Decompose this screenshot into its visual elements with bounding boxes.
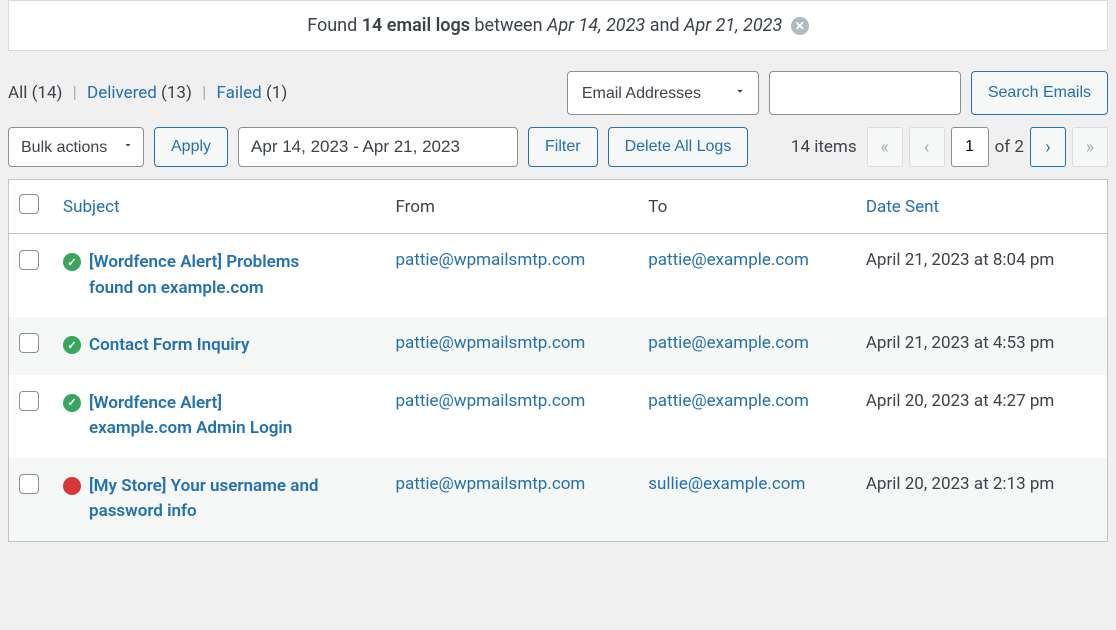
pagination: « ‹ of 2 › »: [867, 127, 1108, 167]
apply-button[interactable]: Apply: [154, 127, 228, 167]
notice-count: 14 email logs: [362, 15, 470, 36]
page-of-label: of 2: [995, 137, 1024, 157]
table-row: ✓ [Wordfence Alert] example.com Admin Log…: [9, 375, 1107, 458]
notice-between: between: [470, 15, 547, 36]
date-sent-cell: April 20, 2023 at 4:27 pm: [856, 375, 1107, 458]
date-range-input[interactable]: [238, 127, 518, 167]
notice-from-date: Apr 14, 2023: [547, 15, 645, 36]
tab-failed[interactable]: Failed: [217, 83, 262, 103]
check-circle-icon: ✓: [63, 253, 81, 271]
check-circle-icon: ✓: [63, 394, 81, 412]
row-checkbox[interactable]: [19, 250, 39, 270]
from-email[interactable]: pattie@wpmailsmtp.com: [395, 474, 585, 494]
col-subject[interactable]: Subject: [53, 180, 385, 234]
table-row: ✓ Contact Form Inquiry pattie@wpmailsmtp.c…: [9, 317, 1107, 375]
date-sent-cell: April 20, 2023 at 2:13 pm: [856, 458, 1107, 541]
next-page-button[interactable]: ›: [1030, 127, 1066, 167]
to-email[interactable]: pattie@example.com: [648, 391, 809, 411]
col-to: To: [638, 180, 856, 234]
tab-all-count: (14): [32, 83, 63, 103]
prev-page-button[interactable]: ‹: [909, 127, 945, 167]
tab-delivered-count: (13): [161, 83, 192, 103]
current-page-input[interactable]: [951, 127, 989, 167]
search-emails-button[interactable]: Search Emails: [971, 71, 1108, 115]
search-input[interactable]: [769, 71, 961, 115]
row-checkbox[interactable]: [19, 333, 39, 353]
last-page-button[interactable]: »: [1072, 127, 1108, 167]
items-count: 14 items: [791, 137, 857, 157]
tab-failed-count: (1): [266, 83, 287, 103]
filter-button[interactable]: Filter: [528, 127, 598, 167]
row-checkbox[interactable]: [19, 474, 39, 494]
col-date-sent[interactable]: Date Sent: [856, 180, 1107, 234]
email-log-table: Subject From To Date Sent ✓ [Wordfence Al…: [8, 179, 1108, 542]
date-sent-cell: April 21, 2023 at 4:53 pm: [856, 317, 1107, 375]
notice-to-date: Apr 21, 2023: [684, 15, 782, 36]
row-checkbox[interactable]: [19, 391, 39, 411]
tab-all[interactable]: All: [8, 83, 27, 103]
to-email[interactable]: pattie@example.com: [648, 333, 809, 353]
table-row: ✓ [Wordfence Alert] Problems found on exa…: [9, 234, 1107, 317]
subject-link[interactable]: Contact Form Inquiry: [89, 333, 249, 359]
tab-delivered[interactable]: Delivered: [87, 83, 157, 103]
table-row: [My Store] Your username and password in…: [9, 458, 1107, 541]
notice-prefix: Found: [307, 15, 362, 36]
check-circle-icon: ✓: [63, 336, 81, 354]
from-email[interactable]: pattie@wpmailsmtp.com: [395, 333, 585, 353]
notice-and: and: [645, 15, 684, 36]
from-email[interactable]: pattie@wpmailsmtp.com: [395, 250, 585, 270]
subject-link[interactable]: [Wordfence Alert] Problems found on exam…: [89, 250, 319, 301]
subject-link[interactable]: [Wordfence Alert] example.com Admin Logi…: [89, 391, 319, 442]
to-email[interactable]: sullie@example.com: [648, 474, 805, 494]
error-circle-icon: [63, 477, 81, 495]
date-sent-cell: April 21, 2023 at 8:04 pm: [856, 234, 1107, 317]
filter-notice: Found 14 email logs between Apr 14, 2023…: [8, 0, 1108, 51]
delete-all-logs-button[interactable]: Delete All Logs: [608, 127, 749, 167]
select-all-checkbox[interactable]: [19, 194, 39, 214]
search-type-select[interactable]: Email Addresses: [567, 71, 759, 115]
bulk-actions-select[interactable]: Bulk actions: [8, 127, 144, 167]
status-tabs: All (14) | Delivered (13) | Failed (1): [8, 83, 287, 103]
subject-link[interactable]: [My Store] Your username and password in…: [89, 474, 319, 525]
to-email[interactable]: pattie@example.com: [648, 250, 809, 270]
first-page-button[interactable]: «: [867, 127, 903, 167]
from-email[interactable]: pattie@wpmailsmtp.com: [395, 391, 585, 411]
close-icon[interactable]: ✕: [791, 17, 809, 35]
col-from: From: [385, 180, 638, 234]
